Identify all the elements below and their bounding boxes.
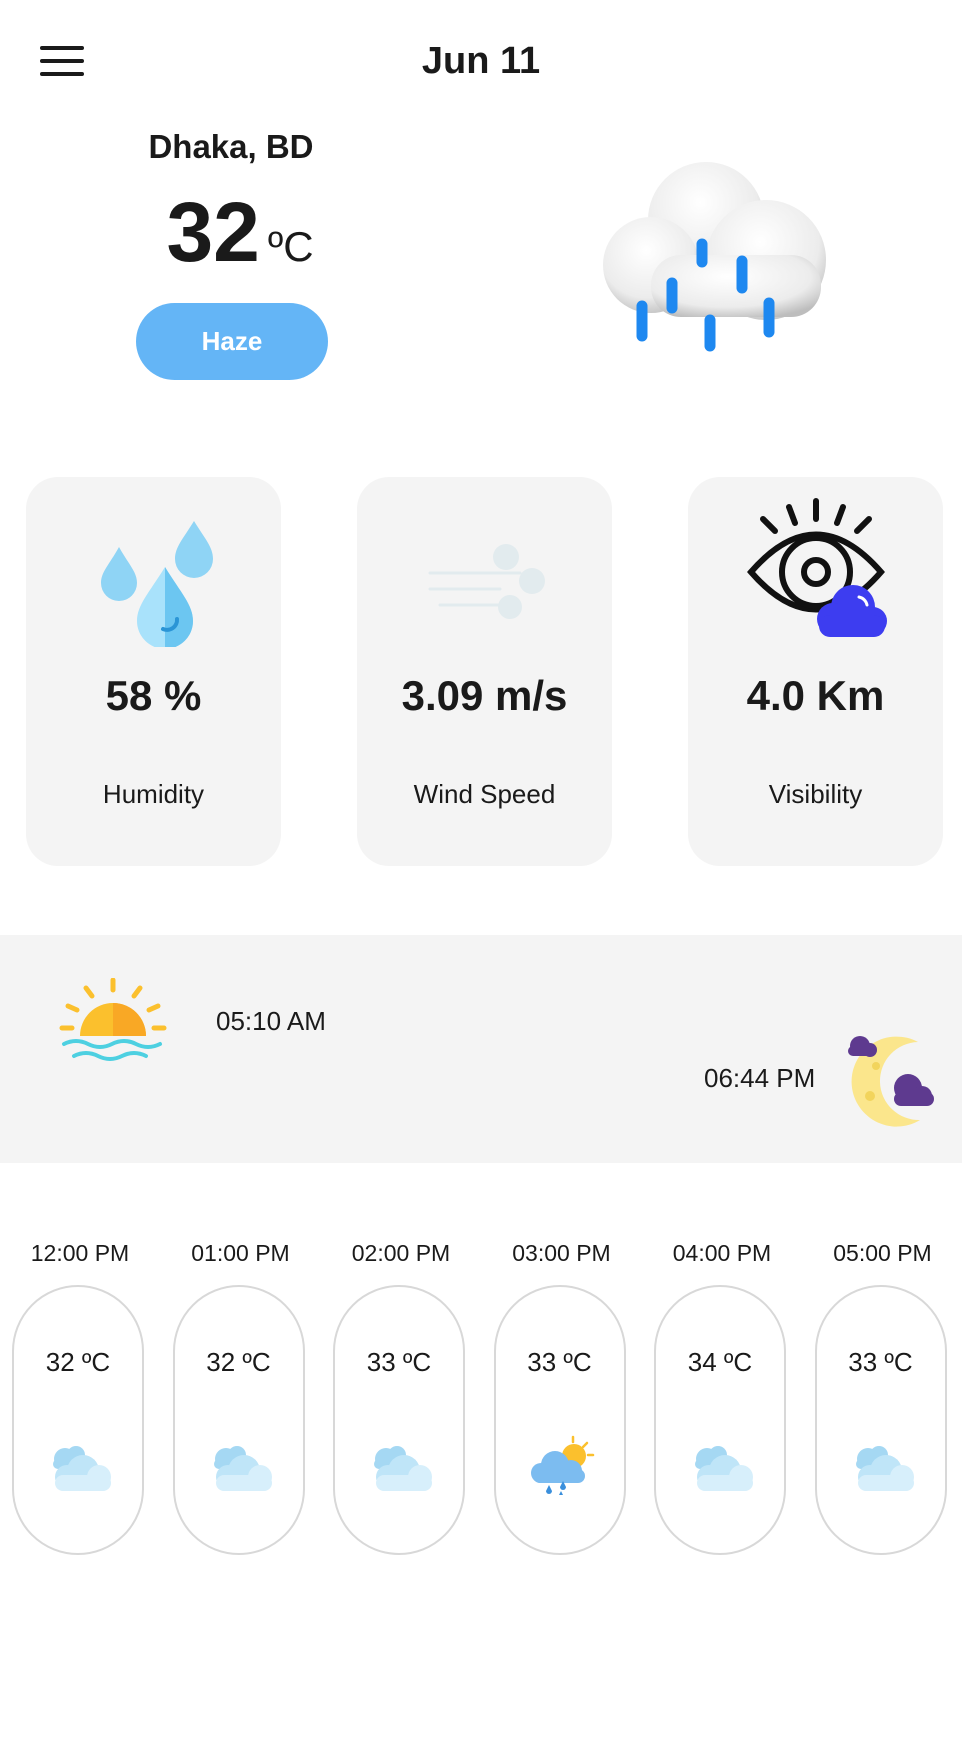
cloudy-icon <box>695 1446 753 1491</box>
hourly-item[interactable]: 01:00 PM 32 ºC <box>172 1240 309 1555</box>
hourly-temperature: 33 ºC <box>366 1347 432 1377</box>
moon-icon <box>848 1036 934 1127</box>
hourly-time: 01:00 PM <box>191 1240 290 1266</box>
hourly-time: 12:00 PM <box>30 1240 130 1266</box>
hourly-temperature: 34 ºC <box>687 1347 753 1377</box>
hourly-time: 05:00 PM <box>833 1240 932 1266</box>
hourly-item[interactable]: 12:00 PM 32 ºC <box>12 1240 148 1555</box>
visibility-card: 4.0 Km Visibility <box>688 477 943 866</box>
sunset-time: 06:44 PM <box>704 1063 816 1093</box>
current-temperature: 32 ºC <box>120 190 360 274</box>
hourly-temperature: 32 ºC <box>45 1347 111 1377</box>
cloudy-icon <box>213 1446 272 1491</box>
hourly-time: 04:00 PM <box>672 1240 772 1266</box>
visibility-label: Visibility <box>768 779 863 809</box>
hourly-pill: 33 ºC <box>814 1285 947 1555</box>
sun-rain-cloud-icon <box>530 1435 594 1495</box>
hourly-item[interactable]: 04:00 PM 34 ºC <box>654 1240 790 1555</box>
cloudy-icon <box>374 1446 432 1491</box>
hourly-temperature: 32 ºC <box>206 1347 271 1377</box>
hourly-time: 03:00 PM <box>512 1240 611 1266</box>
condition-badge: Haze <box>136 303 328 380</box>
page-title-date: Jun 11 <box>421 40 541 82</box>
sunrise-icon <box>59 978 167 1061</box>
humidity-value: 58 % <box>105 672 202 719</box>
hourly-time: 02:00 PM <box>351 1240 451 1266</box>
hourly-temperature: 33 ºC <box>848 1347 913 1377</box>
hourly-item[interactable]: 02:00 PM 33 ºC <box>333 1240 469 1555</box>
rain-cloud-icon <box>603 162 826 352</box>
city-name: Dhaka, BD <box>148 128 314 165</box>
wind-speed-card: 3.09 m/s Wind Speed <box>357 477 612 866</box>
humidity-card: 58 % Humidity <box>26 477 281 866</box>
wind-speed-label: Wind Speed <box>413 779 556 809</box>
temperature-value: 32 <box>166 185 260 279</box>
cloudy-icon <box>53 1446 111 1491</box>
hourly-item[interactable]: 05:00 PM 33 ºC <box>814 1240 951 1555</box>
hourly-temperature: 33 ºC <box>527 1347 592 1377</box>
hourly-item[interactable]: 03:00 PM 33 ºC <box>493 1240 630 1555</box>
hourly-pill: 32 ºC <box>172 1285 305 1555</box>
wind-icon <box>428 544 545 619</box>
humidity-drops-icon <box>100 521 213 647</box>
hourly-pill: 33 ºC <box>333 1285 465 1555</box>
visibility-value: 4.0 Km <box>746 672 885 719</box>
hourly-pill: 33 ºC <box>493 1285 626 1555</box>
visibility-eye-icon <box>746 498 887 637</box>
hourly-pill: 32 ºC <box>12 1285 144 1555</box>
temperature-unit: ºC <box>267 223 314 270</box>
sunrise-time: 05:10 AM <box>216 1006 326 1036</box>
wind-speed-value: 3.09 m/s <box>401 672 568 719</box>
cloudy-icon <box>855 1446 914 1491</box>
humidity-label: Humidity <box>102 779 205 809</box>
hourly-pill: 34 ºC <box>654 1285 786 1555</box>
